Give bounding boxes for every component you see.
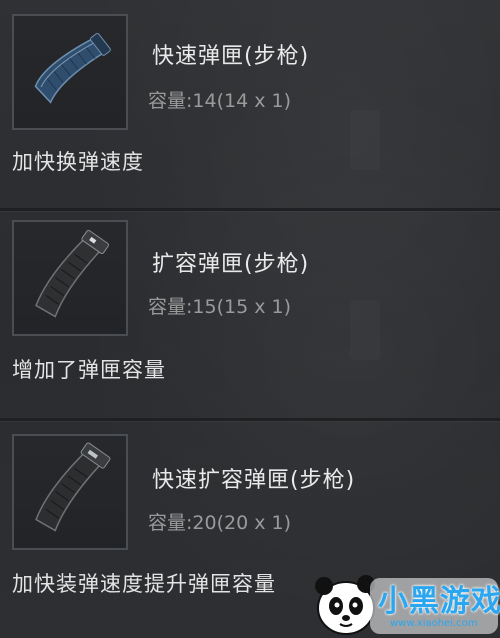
item-2-capacity: 容量:15(15 x 1) (148, 296, 291, 318)
item-3-icon-slot[interactable] (12, 434, 128, 550)
background-silhouette (350, 110, 380, 170)
item-3-capacity: 容量:20(20 x 1) (148, 512, 291, 534)
quickdraw-magazine-icon (34, 32, 111, 104)
item-2-icon-slot[interactable] (12, 220, 128, 336)
item-2-description: 增加了弹匣容量 (12, 358, 166, 382)
item-3-description: 加快装弹速度提升弹匣容量 (12, 572, 276, 596)
background-silhouette (350, 300, 380, 360)
extended-magazine-icon (35, 229, 110, 318)
section-divider (0, 418, 500, 421)
watermark-logo: 小黑游戏 www.xiaohei.com (312, 568, 500, 638)
watermark-url: www.xiaohei.com (390, 618, 478, 629)
item-1-description: 加快换弹速度 (12, 150, 144, 174)
item-1-title: 快速弹匣(步枪) (152, 44, 310, 69)
item-1-icon-slot[interactable] (12, 14, 128, 130)
item-2-title: 扩容弹匣(步枪) (152, 252, 310, 277)
extended-quickdraw-magazine-icon (35, 442, 111, 532)
section-divider (0, 208, 500, 211)
attachment-list: 快速弹匣(步枪) 容量:14(14 x 1) 加快换弹速度 扩容弹匣(步枪) 容… (0, 0, 500, 638)
item-3-title: 快速扩容弹匣(步枪) (152, 468, 356, 493)
item-1-capacity: 容量:14(14 x 1) (148, 90, 291, 112)
watermark-logo-text: 小黑游戏 (378, 584, 500, 619)
